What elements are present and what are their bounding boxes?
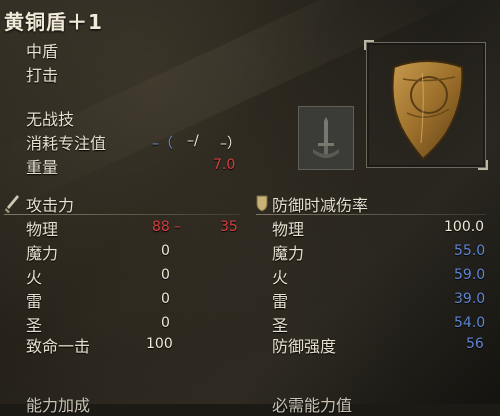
attack-row-label: 雷 [26,292,43,311]
fp-value-1: –（ [152,136,173,152]
attack-row-label: 魔力 [26,244,59,263]
defense-row-value: 54.0 [454,315,486,331]
attack-type: 打击 [26,66,59,85]
defense-row-value: 100.0 [444,219,485,235]
defense-row-value: 59.0 [454,267,486,283]
fp-value-3: –） [220,136,241,152]
shield-icon [256,194,268,216]
attack-row-value: 0 [161,315,170,331]
defense-row-label: 物理 [272,220,305,239]
attack-row-label: 火 [26,268,43,287]
brass-shield-icon [391,60,464,161]
defense-row-value: 55.0 [454,243,486,259]
attack-row-value: 100 [146,336,173,352]
defense-row-label: 魔力 [272,244,305,263]
fp-cost-label: 消耗专注值 [26,134,107,153]
skill-name: 无战技 [26,110,75,129]
fp-value-2: –/ [187,133,199,149]
item-type: 中盾 [26,42,59,61]
defense-row-label: 雷 [272,292,289,311]
attack-row-value: 0 [161,267,170,283]
requirements-header-cutoff: 必需能力值 [272,396,353,415]
attack-header: 攻击力 [26,196,75,215]
scaling-header-cutoff: 能力加成 [26,396,91,415]
attack-divider [4,214,240,215]
weight-label: 重量 [26,158,59,177]
attack-physical-sep: – [174,219,181,235]
attack-physical-value: 88 [152,219,170,235]
defense-row-label: 防御强度 [272,337,337,356]
weight-value: 7.0 [213,157,236,173]
defense-row-value: 56 [466,336,484,352]
defense-divider [256,214,486,215]
attack-row-label: 致命一击 [26,337,91,356]
item-image-frame [364,40,488,170]
item-title: 黄铜盾＋1 [4,10,103,34]
attack-row-value: 0 [161,243,170,259]
defense-row-value: 39.0 [454,291,486,307]
attack-row-label: 物理 [26,220,59,239]
attack-physical-bonus: 35 [220,219,238,235]
defense-row-label: 火 [272,268,289,287]
attack-row-value: 0 [161,291,170,307]
defense-header: 防御时减伤率 [272,196,369,215]
skill-sword-icon [298,106,354,170]
